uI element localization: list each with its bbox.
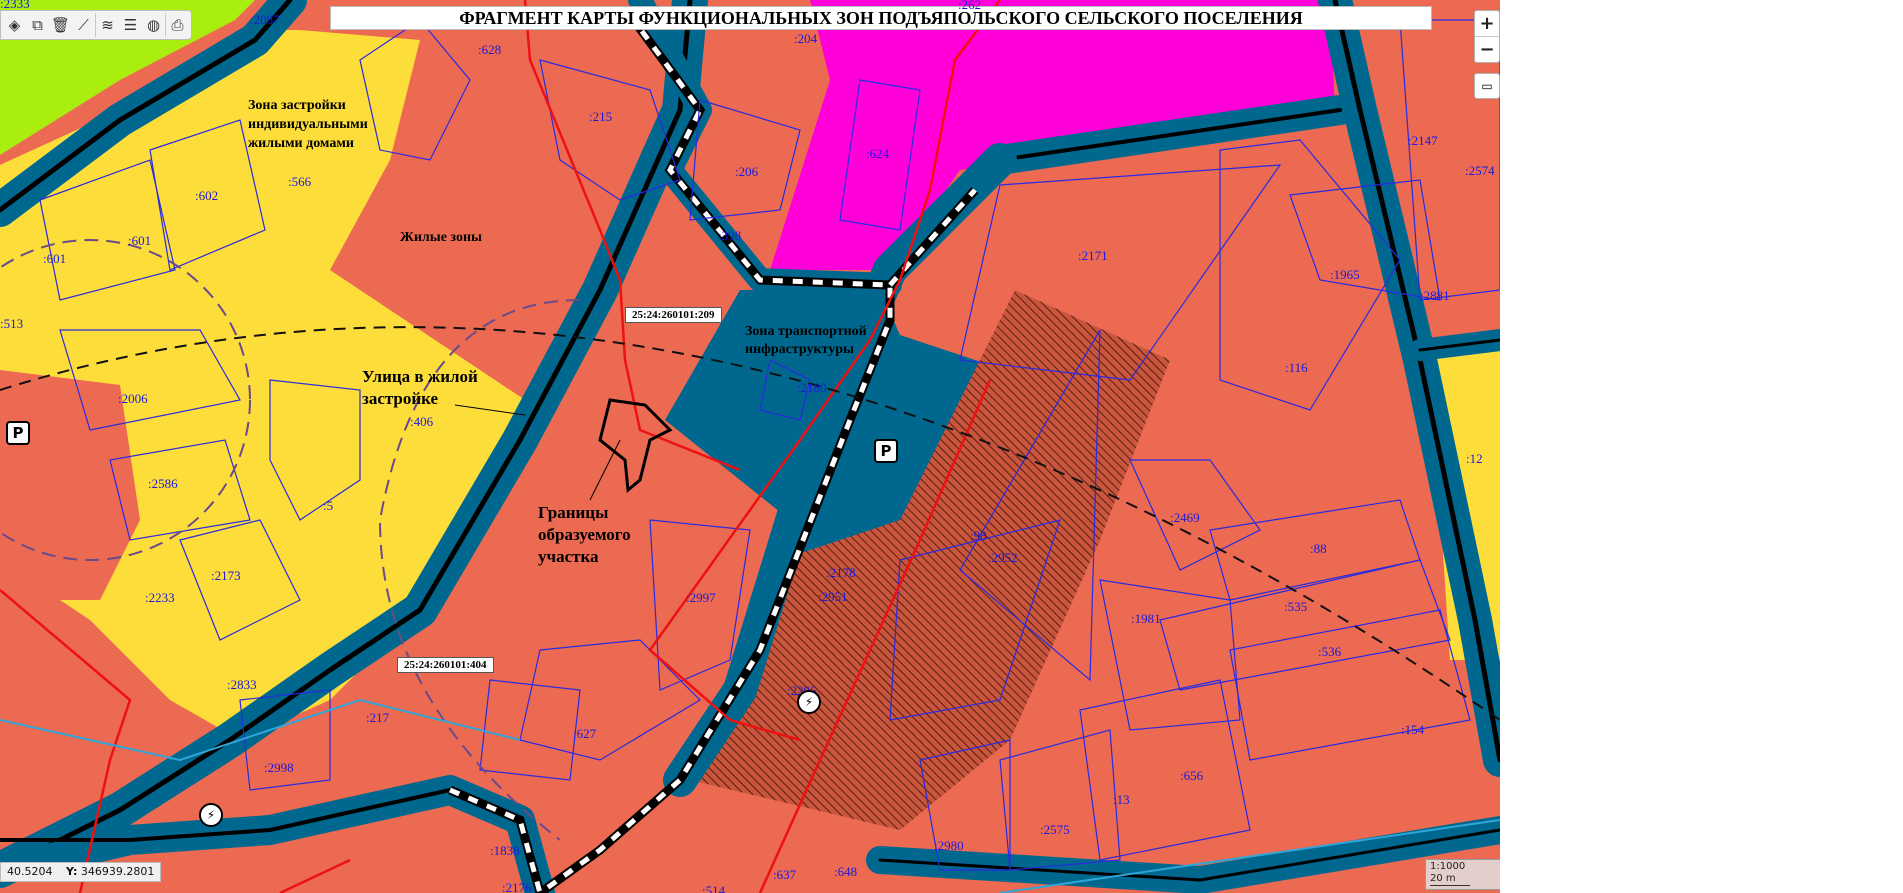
zoom-control: + −: [1474, 10, 1500, 63]
list-icon[interactable]: ☰: [119, 13, 142, 37]
parcel-label: :116: [1285, 360, 1308, 375]
parcel-label: :566: [288, 174, 312, 189]
parcel-label: :1965: [1330, 267, 1360, 282]
select-icon[interactable]: ◈: [3, 13, 26, 37]
parcel-label: :5: [323, 498, 334, 513]
map-canvas[interactable]: ФРАГМЕНТ КАРТЫ ФУНКЦИОНАЛЬНЫХ ЗОН ПОДЪЯП…: [0, 0, 1500, 893]
parcel-label: :2176: [502, 880, 532, 893]
parcel-label: :656: [1180, 768, 1204, 783]
parcel-label: :217: [366, 710, 390, 725]
parcel-label: :204: [794, 31, 818, 46]
scale-indicator: 1:1000 20 m: [1425, 859, 1500, 890]
coord-y-label: Y:: [66, 865, 78, 878]
parcel-label: :2574: [1465, 163, 1495, 178]
parcel-label: :535: [1284, 599, 1308, 614]
zone-label-boundary: Границы образуемого участка: [538, 503, 631, 566]
parcel-label: :1838: [490, 843, 520, 858]
parcel-label: :406: [410, 414, 434, 429]
power-marker-icon[interactable]: ⚡: [199, 803, 223, 827]
parcel-label: :2087: [250, 12, 280, 27]
zone-label-transport: Зона транспортной инфраструктуры: [745, 324, 867, 357]
cadastral-label-404: 25:24:260101:404: [397, 657, 494, 673]
measure-line-icon[interactable]: ⟋: [72, 13, 95, 37]
coord-y: 346939.2801: [80, 865, 155, 878]
ruler-icon[interactable]: ▭: [1474, 73, 1500, 99]
power-marker-icon[interactable]: ⚡: [797, 690, 821, 714]
parcel-label: :2998: [264, 760, 294, 775]
parcel-label: :2469: [1170, 510, 1200, 525]
parcel-label: :2147: [1408, 133, 1438, 148]
parcel-label: :88: [1310, 541, 1327, 556]
parking-marker[interactable]: P: [6, 421, 30, 445]
parcel-label: :2833: [227, 677, 257, 692]
print-icon[interactable]: ⎙: [165, 13, 189, 37]
parcel-label: :628: [478, 42, 502, 57]
parcel-label: :98: [970, 528, 987, 543]
parcel-label: :2951: [818, 589, 848, 604]
scale-ratio: 1:1000: [1430, 861, 1466, 872]
parcel-label: :2173: [211, 568, 241, 583]
parcel-label: :2881: [1420, 288, 1450, 303]
parcel-label: :627: [573, 726, 597, 741]
parcel-label: :154: [1401, 722, 1425, 737]
cadastral-label-209: 25:24:260101:209: [625, 307, 722, 323]
parcel-label: :215: [589, 109, 613, 124]
delete-icon[interactable]: 🗑: [49, 13, 72, 37]
parcel-label: :2180: [797, 380, 827, 395]
parcel-label: :398: [718, 228, 742, 243]
coordinate-readout: 40.5204 Y: 346939.2801: [0, 862, 162, 882]
parcel-label: :2006: [118, 391, 148, 406]
parcel-label: :536: [1318, 644, 1342, 659]
parcel-label: :2952: [988, 550, 1018, 565]
parcel-label: :602: [195, 188, 219, 203]
zoom-in-button[interactable]: +: [1475, 11, 1499, 36]
parcel-label: :2575: [1040, 822, 1070, 837]
copy-icon[interactable]: ⧉: [26, 13, 49, 37]
parcel-label: :513: [0, 316, 24, 331]
parking-marker[interactable]: P: [874, 439, 898, 463]
parcel-label: :262: [958, 0, 982, 12]
globe-icon[interactable]: ◍: [142, 13, 165, 37]
parcel-label: :13: [1113, 792, 1130, 807]
zone-label-street: Улица в жилой застройке: [362, 367, 478, 408]
zone-label-individual: Зона застройки индивидуальными жилыми до…: [248, 98, 368, 151]
parcel-label: :2171: [1078, 248, 1108, 263]
map-graphics: [0, 0, 1500, 893]
coord-x: 40.5204: [7, 865, 53, 878]
parcel-label: :2586: [148, 476, 178, 491]
parcel-label: :1981: [1131, 611, 1161, 626]
parcel-label: :601: [128, 233, 152, 248]
parcel-label: :648: [834, 864, 858, 879]
parcel-label: :2997: [686, 590, 716, 605]
parcel-label: :2233: [145, 590, 175, 605]
map-toolbar: ◈ ⧉ 🗑 ⟋ ≋ ☰ ◍ ⎙: [0, 10, 192, 40]
parcel-label: :514: [702, 883, 726, 893]
parcel-label: :12: [1466, 451, 1483, 466]
parcel-label: :637: [773, 867, 797, 882]
zoom-out-button[interactable]: −: [1475, 36, 1499, 62]
layers-icon[interactable]: ≋: [95, 13, 119, 37]
scale-bar: 20 m: [1430, 873, 1470, 886]
parcel-label: :206: [735, 164, 759, 179]
map-title: ФРАГМЕНТ КАРТЫ ФУНКЦИОНАЛЬНЫХ ЗОН ПОДЪЯП…: [330, 6, 1432, 30]
parcel-label: :624: [866, 146, 890, 161]
parcel-label: :601: [43, 251, 67, 266]
parcel-label: :2980: [934, 838, 964, 853]
parcel-label: :2178: [826, 565, 856, 580]
zone-label-residential: Жилые зоны: [400, 230, 482, 245]
